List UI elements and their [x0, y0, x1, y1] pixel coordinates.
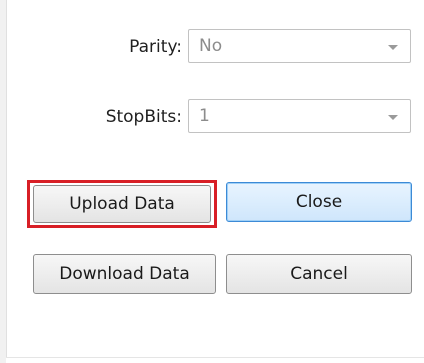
download-data-button[interactable]: Download Data — [33, 254, 216, 294]
chevron-down-icon — [388, 115, 398, 120]
parity-value: No — [199, 36, 223, 56]
close-button[interactable]: Close — [226, 182, 412, 222]
stopbits-value: 1 — [199, 106, 210, 126]
stopbits-label: StopBits: — [105, 107, 182, 127]
serial-settings-panel: Parity: No StopBits: 1 Upload Data Close… — [0, 0, 424, 363]
upload-data-button[interactable]: Upload Data — [33, 185, 211, 223]
parity-select[interactable]: No — [188, 29, 411, 63]
panel-bottom-edge — [6, 357, 424, 363]
parity-label: Parity: — [129, 37, 182, 57]
chevron-down-icon — [388, 45, 398, 50]
panel-left-edge — [0, 0, 7, 363]
cancel-button[interactable]: Cancel — [226, 254, 412, 294]
stopbits-select[interactable]: 1 — [188, 99, 411, 133]
